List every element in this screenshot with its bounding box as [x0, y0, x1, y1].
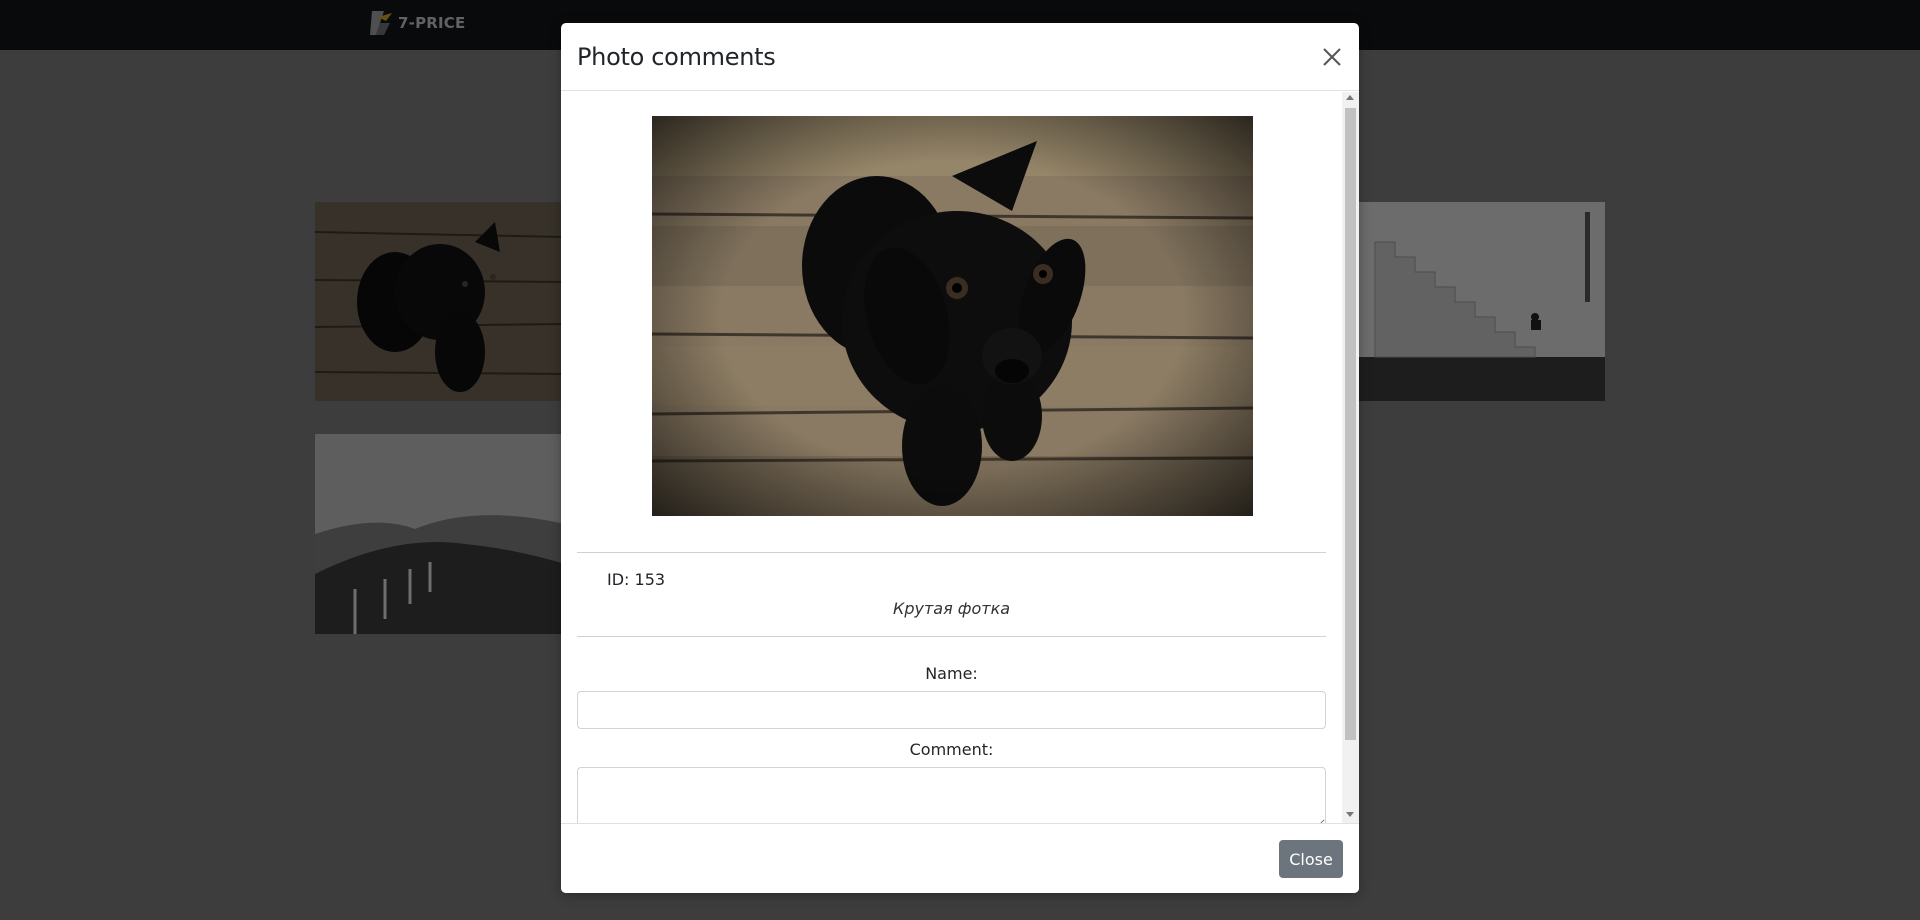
comment-textarea[interactable] [577, 767, 1326, 823]
modal-footer: Close [561, 823, 1359, 893]
main-photo [652, 116, 1253, 516]
photo-caption: Крутая фотка [892, 599, 1011, 618]
divider [577, 636, 1326, 637]
name-label: Name: [925, 664, 978, 683]
modal-header: Photo comments [561, 23, 1359, 91]
modal-scrollbar[interactable] [1342, 92, 1359, 823]
name-input[interactable] [577, 691, 1326, 729]
photo-comments-modal: Photo comments ID: 153 Крутая фотка Name… [561, 23, 1359, 893]
scrollbar-thumb[interactable] [1345, 108, 1356, 740]
close-button[interactable]: Close [1279, 840, 1343, 878]
scroll-down-arrow-icon[interactable] [1346, 812, 1354, 817]
modal-body: ID: 153 Крутая фотка Name: Comment: [561, 92, 1359, 823]
modal-title: Photo comments [577, 43, 776, 71]
divider [577, 552, 1326, 553]
comment-label: Comment: [909, 740, 994, 759]
close-icon[interactable] [1320, 45, 1344, 69]
photo-id: ID: 153 [607, 570, 666, 589]
scroll-up-arrow-icon[interactable] [1346, 95, 1354, 100]
